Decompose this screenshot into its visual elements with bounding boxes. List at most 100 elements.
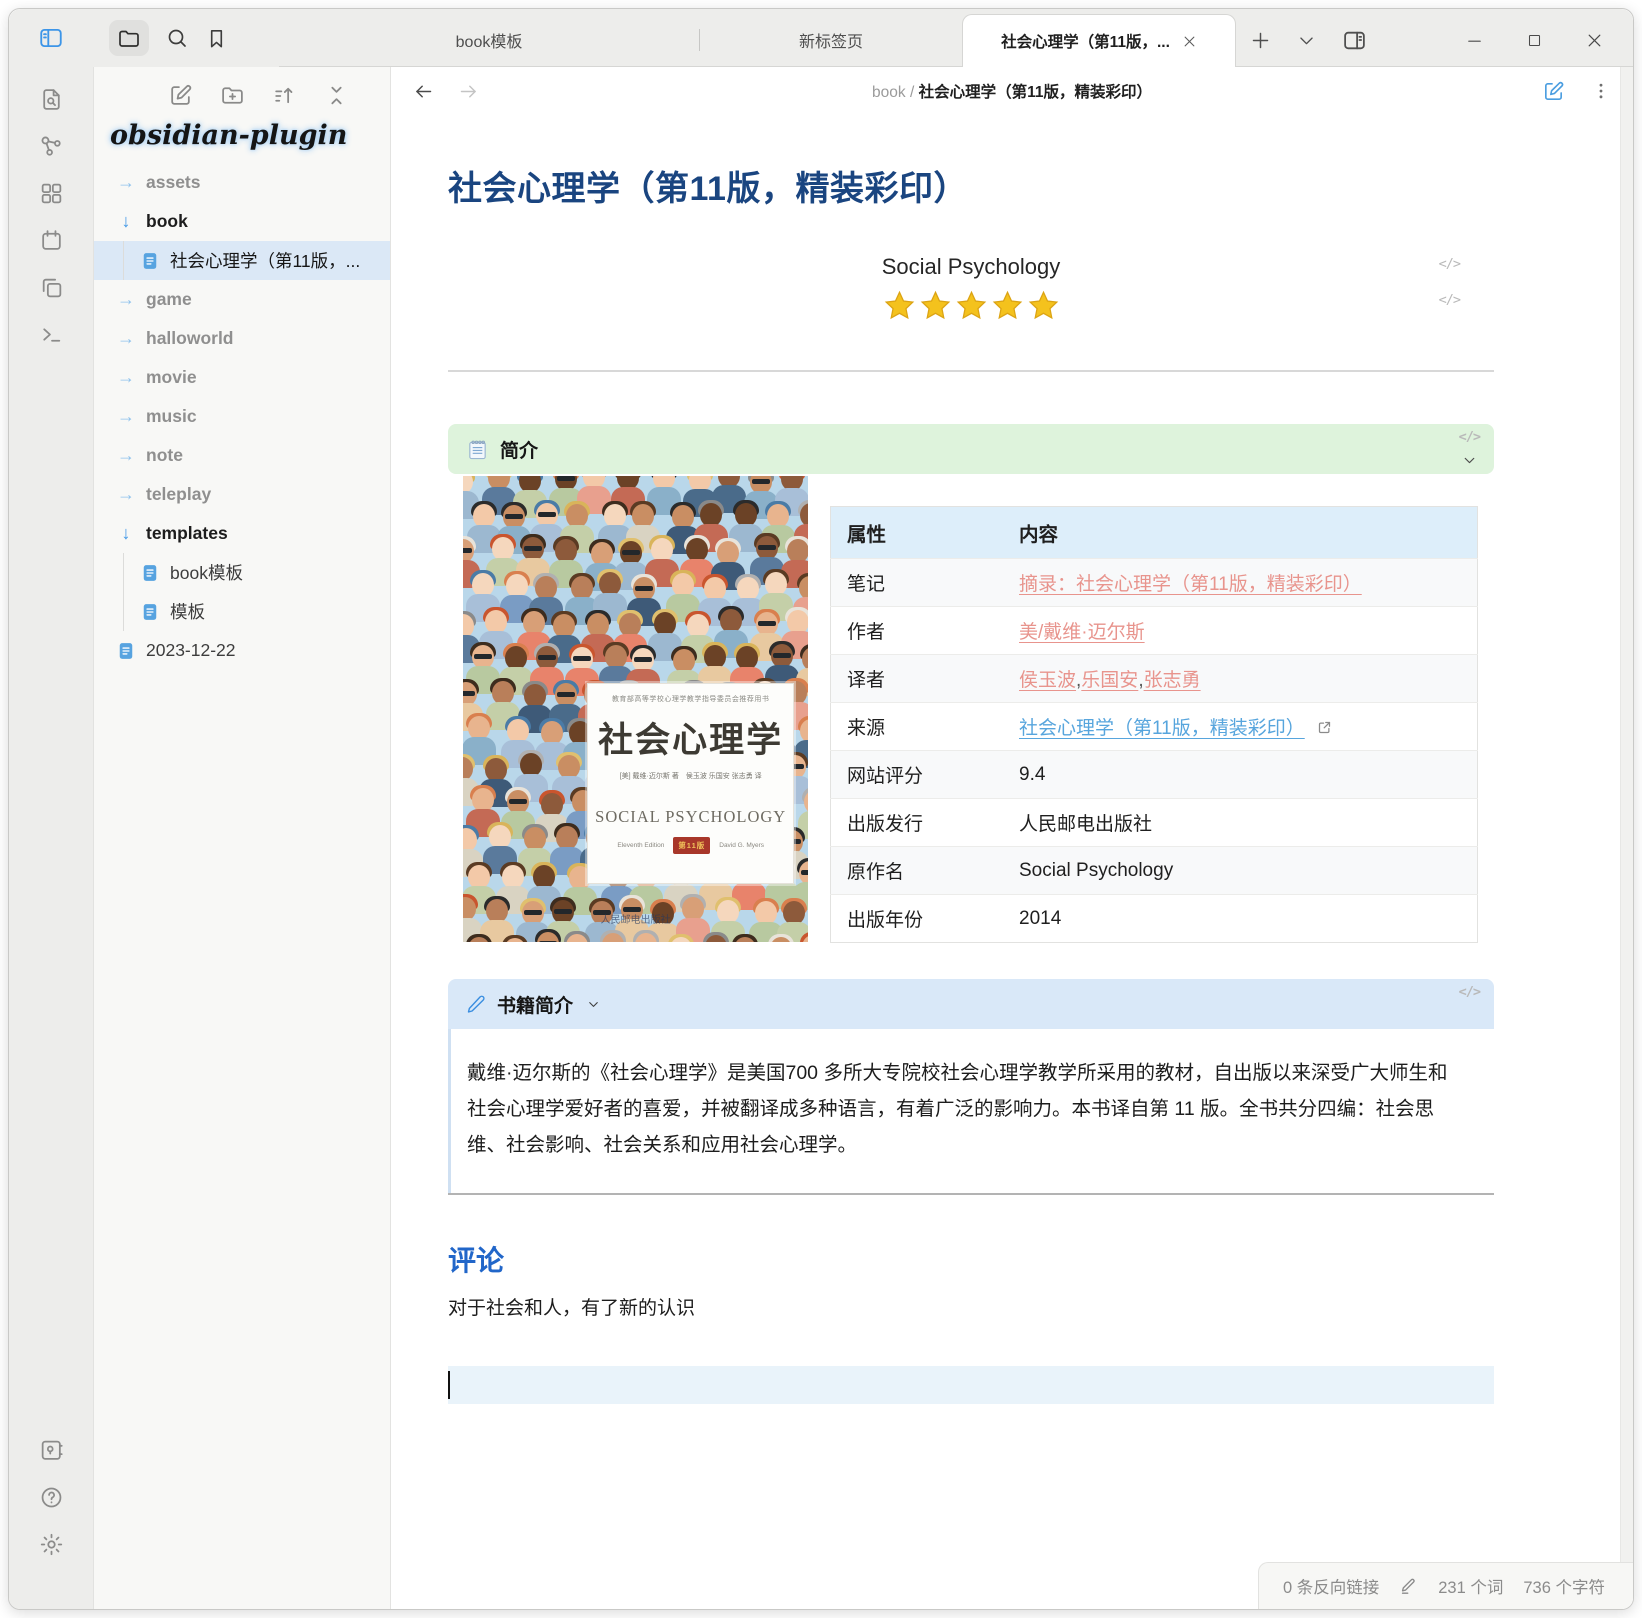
- settings-gear-icon[interactable]: [39, 1532, 64, 1557]
- comments-heading: 评论: [448, 1239, 1494, 1279]
- char-count[interactable]: 736 个字符: [1523, 1574, 1605, 1598]
- calendar-icon[interactable]: [39, 228, 64, 253]
- edition-badge: 第11版: [673, 837, 710, 854]
- external-link-icon: [1317, 720, 1332, 735]
- star-icon[interactable]: [956, 290, 987, 321]
- tab-list-chevron-icon[interactable]: [1297, 31, 1316, 50]
- left-sidebar-toggle-icon[interactable]: [38, 25, 64, 51]
- table-header-row: 属性 内容: [831, 507, 1478, 559]
- vault-name[interactable]: obsidian-plugin: [94, 110, 390, 163]
- right-sidebar-toggle-icon[interactable]: [1342, 28, 1367, 53]
- dashboard-icon[interactable]: [39, 181, 64, 206]
- pencil-icon: [466, 994, 486, 1014]
- note-content: 社会心理学（第11版，精装彩印） Social Psychology </> <…: [391, 115, 1633, 1609]
- sort-order-icon[interactable]: [272, 83, 297, 108]
- files-view-button[interactable]: [109, 20, 149, 56]
- tab-new[interactable]: 新标签页: [700, 14, 962, 66]
- book-info-table: 属性 内容 笔记 摘录：社会心理学（第11版，精装彩印） 作者 美/戴维·迈尔斯: [830, 506, 1478, 943]
- backlinks-count[interactable]: 0 条反向链接: [1283, 1574, 1379, 1598]
- tab-book-template[interactable]: book模板: [279, 14, 699, 66]
- tree-folder-music[interactable]: → music: [94, 397, 390, 436]
- intro-heading: 简介: [500, 436, 538, 463]
- rating-stars[interactable]: </>: [448, 288, 1494, 322]
- table-row: 译者 侯玉波,乐国安,张志勇: [831, 655, 1478, 703]
- table-row: 网站评分 9.4: [831, 751, 1478, 799]
- comments-text: 对于社会和人，有了新的认识: [448, 1293, 1494, 1320]
- star-icon[interactable]: [1028, 290, 1059, 321]
- view-header: book / 社会心理学（第11版，精装彩印）: [391, 67, 1633, 115]
- edit-mode-icon[interactable]: [1542, 80, 1565, 103]
- book-intro-callout-header[interactable]: 书籍简介 </>: [448, 979, 1494, 1029]
- tree-folder-note[interactable]: → note: [94, 436, 390, 475]
- editor-active-line[interactable]: [448, 1366, 1494, 1404]
- tree-folder-movie[interactable]: → movie: [94, 358, 390, 397]
- tree-file-template[interactable]: 模板: [94, 592, 390, 631]
- search-view-button[interactable]: [165, 26, 189, 50]
- text-cursor: [448, 1371, 450, 1399]
- tree-folder-book[interactable]: ↓ book: [94, 202, 390, 241]
- edit-pencil-icon[interactable]: [1399, 1577, 1418, 1596]
- window-close-icon[interactable]: [1586, 32, 1603, 49]
- collapse-chevron-icon[interactable]: [1461, 452, 1478, 469]
- word-count[interactable]: 231 个词: [1438, 1574, 1503, 1598]
- window-minimize-icon[interactable]: [1466, 32, 1483, 49]
- code-edit-icon[interactable]: </>: [1439, 256, 1460, 272]
- book-cover-card: 教育部高等学校心理学教学指导委员会推荐用书 社会心理学 [美] 戴维·迈尔斯 著…: [587, 683, 794, 883]
- table-row: 原作名 Social Psychology: [831, 847, 1478, 895]
- tree-folder-teleplay[interactable]: → teleplay: [94, 475, 390, 514]
- note-link[interactable]: 摘录：社会心理学（第11版，精装彩印）: [1019, 574, 1362, 595]
- tree-file-current-note[interactable]: 社会心理学（第11版，...: [94, 241, 390, 280]
- folder-arrow-icon: →: [116, 328, 136, 349]
- scrollbar[interactable]: [1620, 67, 1633, 1563]
- star-icon[interactable]: [992, 290, 1023, 321]
- tab-active-note[interactable]: 社会心理学（第11版，...: [962, 14, 1236, 67]
- book-intro-body: 戴维·迈尔斯的《社会心理学》是美国700 多所大专院校社会心理学教学所采用的教材…: [448, 1029, 1468, 1193]
- tree-file-daily-note[interactable]: 2023-12-22: [94, 631, 390, 670]
- back-arrow-icon[interactable]: [413, 81, 434, 102]
- vault-switcher-icon[interactable]: [39, 1438, 64, 1463]
- folder-arrow-icon: →: [116, 484, 136, 505]
- forward-arrow-icon[interactable]: [458, 81, 479, 102]
- translator-link[interactable]: 乐国安: [1081, 670, 1138, 691]
- collapse-chevron-icon[interactable]: [586, 997, 601, 1012]
- table-row: 笔记 摘录：社会心理学（第11版，精装彩印）: [831, 559, 1478, 607]
- document-icon: [140, 251, 160, 271]
- left-ribbon: [9, 67, 94, 1609]
- new-note-icon[interactable]: [168, 83, 193, 108]
- table-row: 出版发行 人民邮电出版社: [831, 799, 1478, 847]
- new-tab-icon[interactable]: [1250, 30, 1271, 51]
- terminal-icon[interactable]: [39, 322, 64, 347]
- tree-folder-game[interactable]: → game: [94, 280, 390, 319]
- tree-folder-templates[interactable]: ↓ templates: [94, 514, 390, 553]
- folder-arrow-icon: →: [116, 172, 136, 193]
- tree-folder-assets[interactable]: → assets: [94, 163, 390, 202]
- folder-arrow-icon: →: [116, 406, 136, 427]
- star-icon[interactable]: [920, 290, 951, 321]
- code-edit-icon[interactable]: </>: [1459, 984, 1480, 1000]
- new-folder-icon[interactable]: [220, 83, 245, 108]
- translator-link[interactable]: 侯玉波: [1019, 670, 1076, 691]
- star-icon[interactable]: [884, 290, 915, 321]
- source-link[interactable]: 社会心理学（第11版，精装彩印）: [1019, 718, 1305, 739]
- quick-switcher-icon[interactable]: [39, 87, 64, 112]
- copy-files-icon[interactable]: [39, 275, 64, 300]
- table-row: 出版年份 2014: [831, 895, 1478, 943]
- tree-folder-halloworld[interactable]: → halloworld: [94, 319, 390, 358]
- tab-close-icon[interactable]: [1182, 34, 1197, 49]
- translator-link[interactable]: 张志勇: [1144, 670, 1201, 691]
- file-explorer: obsidian-plugin → assets ↓ book 社会心理学（第1…: [94, 67, 391, 1609]
- search-icon: [165, 26, 189, 50]
- intro-callout-header[interactable]: 简介 </>: [448, 424, 1494, 474]
- bookmarks-view-button[interactable]: [205, 27, 228, 50]
- window-maximize-icon[interactable]: [1527, 33, 1542, 48]
- folder-arrow-icon: →: [116, 289, 136, 310]
- code-edit-icon[interactable]: </>: [1459, 429, 1480, 445]
- collapse-all-icon[interactable]: [324, 83, 349, 108]
- code-edit-icon[interactable]: </>: [1439, 292, 1460, 308]
- title-bar: book模板 新标签页 社会心理学（第11版，...: [9, 9, 1633, 67]
- more-options-icon[interactable]: [1591, 81, 1611, 101]
- tree-file-book-template[interactable]: book模板: [94, 553, 390, 592]
- help-icon[interactable]: [39, 1485, 64, 1510]
- author-link[interactable]: 美/戴维·迈尔斯: [1019, 622, 1145, 643]
- graph-view-icon[interactable]: [39, 134, 64, 159]
